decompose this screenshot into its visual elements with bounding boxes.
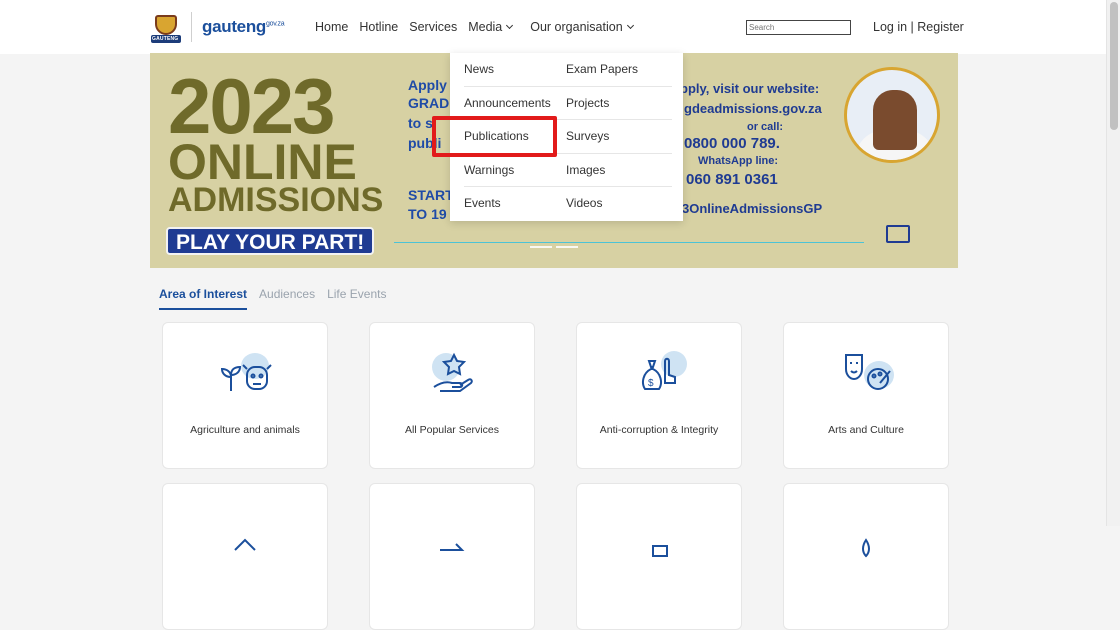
star-hand-icon: [422, 349, 482, 397]
site-logo[interactable]: GAUTENG gautenggov.za: [151, 11, 285, 43]
page-scrollbar[interactable]: [1106, 0, 1120, 526]
brand-suffix: gov.za: [266, 20, 285, 28]
menu-item-projects[interactable]: Projects: [566, 87, 672, 120]
nav-services[interactable]: Services: [409, 20, 457, 34]
banner-apply: Apply: [408, 77, 447, 93]
carousel-dot[interactable]: [556, 246, 578, 248]
card-arts-culture[interactable]: Arts and Culture: [783, 322, 949, 469]
gauteng-crest-icon: GAUTENG: [151, 11, 181, 43]
crest-text: GAUTENG: [152, 36, 179, 42]
computer-icon: [886, 225, 910, 243]
tab-area-of-interest[interactable]: Area of Interest: [159, 287, 248, 310]
menu-item-surveys[interactable]: Surveys: [566, 120, 672, 154]
banner-grad: GRAD: [408, 95, 450, 111]
main-nav: Home Hotline Services Media Our organisa…: [315, 20, 644, 34]
nav-hotline[interactable]: Hotline: [359, 20, 398, 34]
menu-item-exam-papers[interactable]: Exam Papers: [566, 53, 672, 87]
flame-icon: [836, 510, 896, 558]
banner-start: START: [408, 187, 454, 203]
arrow-icon: [422, 510, 482, 558]
card-label: Agriculture and animals: [190, 424, 300, 436]
banner-hashtag: 3OnlineAdmissionsGP: [682, 201, 823, 216]
tab-audiences[interactable]: Audiences: [259, 287, 315, 310]
svg-text:$: $: [648, 378, 654, 389]
auth-links: Log in | Register: [873, 20, 964, 34]
banner-phone: 0800 000 789.: [684, 135, 780, 152]
menu-item-images[interactable]: Images: [566, 154, 672, 187]
banner-to-s: to s: [408, 115, 433, 131]
money-bag-icon: $: [629, 349, 689, 397]
banner-or-call: or call:: [747, 121, 784, 133]
media-menu-column-2: Exam Papers Projects Surveys Images Vide…: [566, 53, 672, 221]
carousel-dots[interactable]: [530, 246, 578, 248]
card-label: Arts and Culture: [828, 424, 904, 436]
carousel-dot[interactable]: [530, 246, 552, 248]
interest-tabs: Area of Interest Audiences Life Events: [159, 287, 398, 310]
card-row2-4[interactable]: [783, 483, 949, 630]
nav-our-organisation[interactable]: Our organisation: [530, 20, 634, 34]
card-row2-1[interactable]: [162, 483, 328, 630]
chevron-down-icon: [506, 21, 514, 30]
banner-whatsapp-label: WhatsApp line:: [698, 155, 779, 167]
home-icon: [215, 510, 275, 558]
menu-item-warnings[interactable]: Warnings: [464, 154, 570, 187]
logo-divider: [191, 12, 192, 42]
card-row2-3[interactable]: [576, 483, 742, 630]
card-popular-services[interactable]: All Popular Services: [369, 322, 535, 469]
publications-highlight-box: [432, 116, 557, 157]
nav-home[interactable]: Home: [315, 20, 348, 34]
box-icon: [629, 510, 689, 558]
card-agriculture[interactable]: Agriculture and animals: [162, 322, 328, 469]
card-anti-corruption[interactable]: $ Anti-corruption & Integrity: [576, 322, 742, 469]
card-label: Anti-corruption & Integrity: [599, 424, 719, 436]
banner-admissions: ADMISSIONS: [168, 181, 384, 219]
menu-item-events[interactable]: Events: [464, 187, 570, 221]
brand-name: gautenggov.za: [202, 17, 285, 36]
search-input[interactable]: [746, 20, 851, 35]
banner-whatsapp: 060 891 0361: [686, 171, 778, 188]
banner-to19: TO 19: [408, 206, 447, 222]
chevron-down-icon: [626, 21, 634, 30]
banner-website: gdeadmissions.gov.za: [684, 101, 822, 116]
masks-palette-icon: [836, 349, 896, 397]
banner-visit: pply, visit our website:: [680, 81, 820, 96]
auth-divider: |: [910, 20, 914, 34]
banner-photo: [844, 67, 940, 163]
menu-item-videos[interactable]: Videos: [566, 187, 672, 221]
banner-cta: PLAY YOUR PART!: [166, 227, 375, 255]
login-link[interactable]: Log in: [873, 20, 907, 34]
menu-item-news[interactable]: News: [464, 53, 570, 87]
menu-item-announcements[interactable]: Announcements: [464, 87, 570, 120]
banner-divider-line: [394, 242, 864, 243]
plant-cow-icon: [215, 349, 275, 397]
register-link[interactable]: Register: [917, 20, 964, 34]
card-label: All Popular Services: [405, 424, 499, 436]
tab-life-events[interactable]: Life Events: [327, 287, 386, 310]
scrollbar-thumb[interactable]: [1110, 2, 1118, 130]
card-row2-2[interactable]: [369, 483, 535, 630]
nav-media[interactable]: Media: [468, 20, 514, 34]
top-bar: GAUTENG gautenggov.za Home Hotline Servi…: [0, 0, 1120, 54]
